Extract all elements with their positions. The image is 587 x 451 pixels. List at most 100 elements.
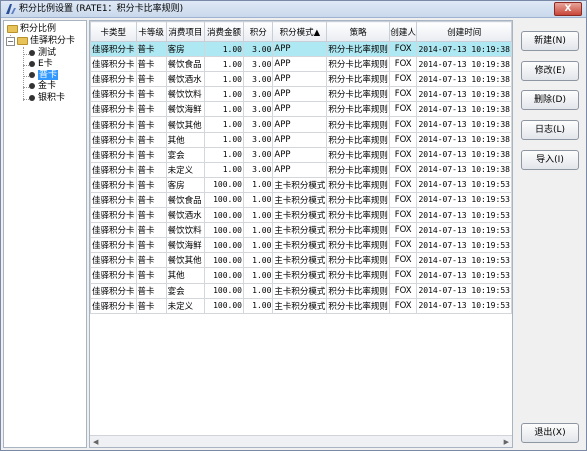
cell-points: 3.00 — [242, 161, 274, 178]
bullet-icon — [29, 82, 35, 89]
cell-mode: APP — [272, 71, 328, 88]
cell-policy: 积分卡比率规则 — [326, 222, 390, 239]
cell-policy: 积分卡比率规则 — [326, 282, 390, 299]
cell-creator: FOX — [388, 56, 418, 73]
cell-points: 1.00 — [242, 252, 274, 269]
table-row[interactable]: 佳驿积分卡 普卡 餐饮其他 1.00 3.00 APP 积分卡比率规则 FOX 2014-07-… — [90, 116, 512, 133]
cell-card-type: 佳驿积分卡 — [90, 282, 137, 299]
column-header-policy[interactable]: 策略 — [326, 21, 390, 42]
cell-creator: FOX — [388, 207, 418, 224]
cell-mode: 主卡积分模式 — [272, 191, 328, 209]
table-row[interactable]: 佳驿积分卡 普卡 餐饮食品 100.00 1.00 主卡积分模式 积分卡比率规则 FOX 201… — [90, 191, 512, 209]
cell-mode: APP — [272, 56, 328, 73]
cell-card-type: 佳驿积分卡 — [90, 86, 137, 103]
cell-card-level: 普卡 — [135, 86, 167, 103]
tree-root[interactable]: 积分比例 — [7, 24, 56, 35]
cell-item: 未定义 — [165, 161, 206, 178]
cell-creator: FOX — [388, 146, 418, 163]
cell-creator: FOX — [388, 71, 418, 88]
table-row[interactable]: 佳驿积分卡 普卡 其他 100.00 1.00 主卡积分模式 积分卡比率规则 FOX 2014-… — [90, 267, 512, 284]
cell-mode: APP — [272, 101, 328, 118]
column-header-created-time[interactable]: 创建时间 — [416, 21, 512, 42]
cell-amount: 1.00 — [204, 161, 244, 178]
cell-amount: 1.00 — [204, 86, 244, 103]
cell-policy: 积分卡比率规则 — [326, 146, 390, 163]
cell-points: 3.00 — [242, 146, 274, 163]
cell-created-time: 2014-07-13 10:19:53 — [416, 267, 512, 284]
cell-amount: 100.00 — [204, 207, 244, 224]
table-row[interactable]: 佳驿积分卡 普卡 宴会 100.00 1.00 主卡积分模式 积分卡比率规则 FOX 2014-… — [90, 282, 512, 299]
import-button[interactable]: 导入(I) — [521, 150, 579, 170]
scroll-right-icon[interactable]: ▶ — [504, 438, 509, 446]
table-row[interactable]: 佳驿积分卡 普卡 餐饮酒水 100.00 1.00 主卡积分模式 积分卡比率规则 FOX 201… — [90, 207, 512, 224]
cell-created-time: 2014-07-13 10:19:53 — [416, 297, 512, 314]
cell-points: 3.00 — [242, 40, 274, 58]
cell-card-type: 佳驿积分卡 — [90, 40, 137, 58]
cell-creator: FOX — [388, 297, 418, 314]
cell-amount: 100.00 — [204, 297, 244, 314]
tree-item-standard-card[interactable]: 普卡 — [29, 70, 59, 81]
scroll-left-icon[interactable]: ◀ — [93, 438, 98, 446]
column-header-mode[interactable]: 积分模式▲ — [272, 21, 328, 42]
cell-card-level: 普卡 — [135, 267, 167, 284]
tree-item-gold-card[interactable]: 金卡 — [29, 81, 56, 92]
cell-created-time: 2014-07-13 10:19:53 — [416, 176, 512, 193]
bullet-icon — [29, 71, 35, 78]
cell-card-level: 普卡 — [135, 101, 167, 118]
cell-item: 其他 — [165, 267, 206, 284]
table-row[interactable]: 佳驿积分卡 普卡 餐饮海鲜 100.00 1.00 主卡积分模式 积分卡比率规则 FOX 201… — [90, 237, 512, 254]
exit-button[interactable]: 退出(X) — [521, 423, 579, 443]
cell-created-time: 2014-07-13 10:19:53 — [416, 222, 512, 239]
cell-points: 3.00 — [242, 101, 274, 118]
cell-amount: 100.00 — [204, 252, 244, 269]
table-row[interactable]: 佳驿积分卡 普卡 客房 100.00 1.00 主卡积分模式 积分卡比率规则 FOX 2014-… — [90, 176, 512, 193]
horizontal-scrollbar[interactable]: ◀ ▶ — [90, 435, 512, 447]
cell-creator: FOX — [388, 222, 418, 239]
log-button[interactable]: 日志(L) — [521, 120, 579, 140]
column-header-item[interactable]: 消费项目 — [165, 21, 206, 42]
delete-button[interactable]: 删除(D) — [521, 90, 579, 110]
table-row[interactable]: 佳驿积分卡 普卡 宴会 1.00 3.00 APP 积分卡比率规则 FOX 2014-07-13… — [90, 146, 512, 163]
rules-table: 卡类型 卡等级 消费项目 消费金额 积分 积分模式▲ 策略 创建人 创建时间 佳… — [89, 20, 513, 448]
table-row[interactable]: 佳驿积分卡 普卡 餐饮其他 100.00 1.00 主卡积分模式 积分卡比率规则 FOX 201… — [90, 252, 512, 269]
table-row[interactable]: 佳驿积分卡 普卡 其他 1.00 3.00 APP 积分卡比率规则 FOX 2014-07-13… — [90, 131, 512, 148]
cell-amount: 100.00 — [204, 222, 244, 239]
cell-policy: 积分卡比率规则 — [326, 101, 390, 118]
cell-card-type: 佳驿积分卡 — [90, 252, 137, 269]
tree-item-e-card[interactable]: E卡 — [29, 59, 53, 70]
table-row[interactable]: 佳驿积分卡 普卡 餐饮饮料 1.00 3.00 APP 积分卡比率规则 FOX 2014-07-… — [90, 86, 512, 103]
table-row[interactable]: 佳驿积分卡 普卡 客房 1.00 3.00 APP 积分卡比率规则 FOX 2014-07-13… — [90, 40, 512, 58]
table-row[interactable]: 佳驿积分卡 普卡 餐饮食品 1.00 3.00 APP 积分卡比率规则 FOX 2014-07-… — [90, 56, 512, 73]
cell-creator: FOX — [388, 116, 418, 133]
tree-group[interactable]: 佳驿积分卡 — [17, 36, 75, 47]
tree-item-silver-card[interactable]: 银积卡 — [29, 93, 65, 104]
cell-card-level: 普卡 — [135, 282, 167, 299]
cell-card-type: 佳驿积分卡 — [90, 297, 137, 314]
tree-item-test[interactable]: 测试 — [29, 48, 56, 59]
close-button[interactable]: X — [554, 2, 582, 16]
cell-points: 3.00 — [242, 71, 274, 88]
cell-mode: APP — [272, 86, 328, 103]
cell-mode: APP — [272, 131, 328, 148]
table-row[interactable]: 佳驿积分卡 普卡 餐饮酒水 1.00 3.00 APP 积分卡比率规则 FOX 2014-07-… — [90, 71, 512, 88]
cell-item: 餐饮酒水 — [165, 207, 206, 224]
cell-card-level: 普卡 — [135, 40, 167, 58]
table-row[interactable]: 佳驿积分卡 普卡 餐饮海鲜 1.00 3.00 APP 积分卡比率规则 FOX 2014-07-… — [90, 101, 512, 118]
collapse-icon[interactable]: − — [6, 37, 15, 46]
cell-card-level: 普卡 — [135, 252, 167, 269]
new-button[interactable]: 新建(N) — [521, 31, 579, 51]
table-row[interactable]: 佳驿积分卡 普卡 未定义 100.00 1.00 主卡积分模式 积分卡比率规则 FOX 2014… — [90, 297, 512, 314]
cell-points: 1.00 — [242, 191, 274, 209]
column-header-creator[interactable]: 创建人 — [388, 21, 418, 42]
column-header-amount[interactable]: 消费金额 — [204, 21, 244, 42]
table-row[interactable]: 佳驿积分卡 普卡 餐饮饮料 100.00 1.00 主卡积分模式 积分卡比率规则 FOX 201… — [90, 222, 512, 239]
cell-amount: 1.00 — [204, 131, 244, 148]
cell-policy: 积分卡比率规则 — [326, 71, 390, 88]
table-row[interactable]: 佳驿积分卡 普卡 未定义 1.00 3.00 APP 积分卡比率规则 FOX 2014-07-1… — [90, 161, 512, 178]
cell-amount: 1.00 — [204, 56, 244, 73]
column-header-card-level[interactable]: 卡等级 — [135, 21, 167, 42]
cell-amount: 1.00 — [204, 116, 244, 133]
edit-button[interactable]: 修改(E) — [521, 61, 579, 81]
column-header-card-type[interactable]: 卡类型 — [90, 21, 137, 42]
column-header-points[interactable]: 积分 — [242, 21, 274, 42]
